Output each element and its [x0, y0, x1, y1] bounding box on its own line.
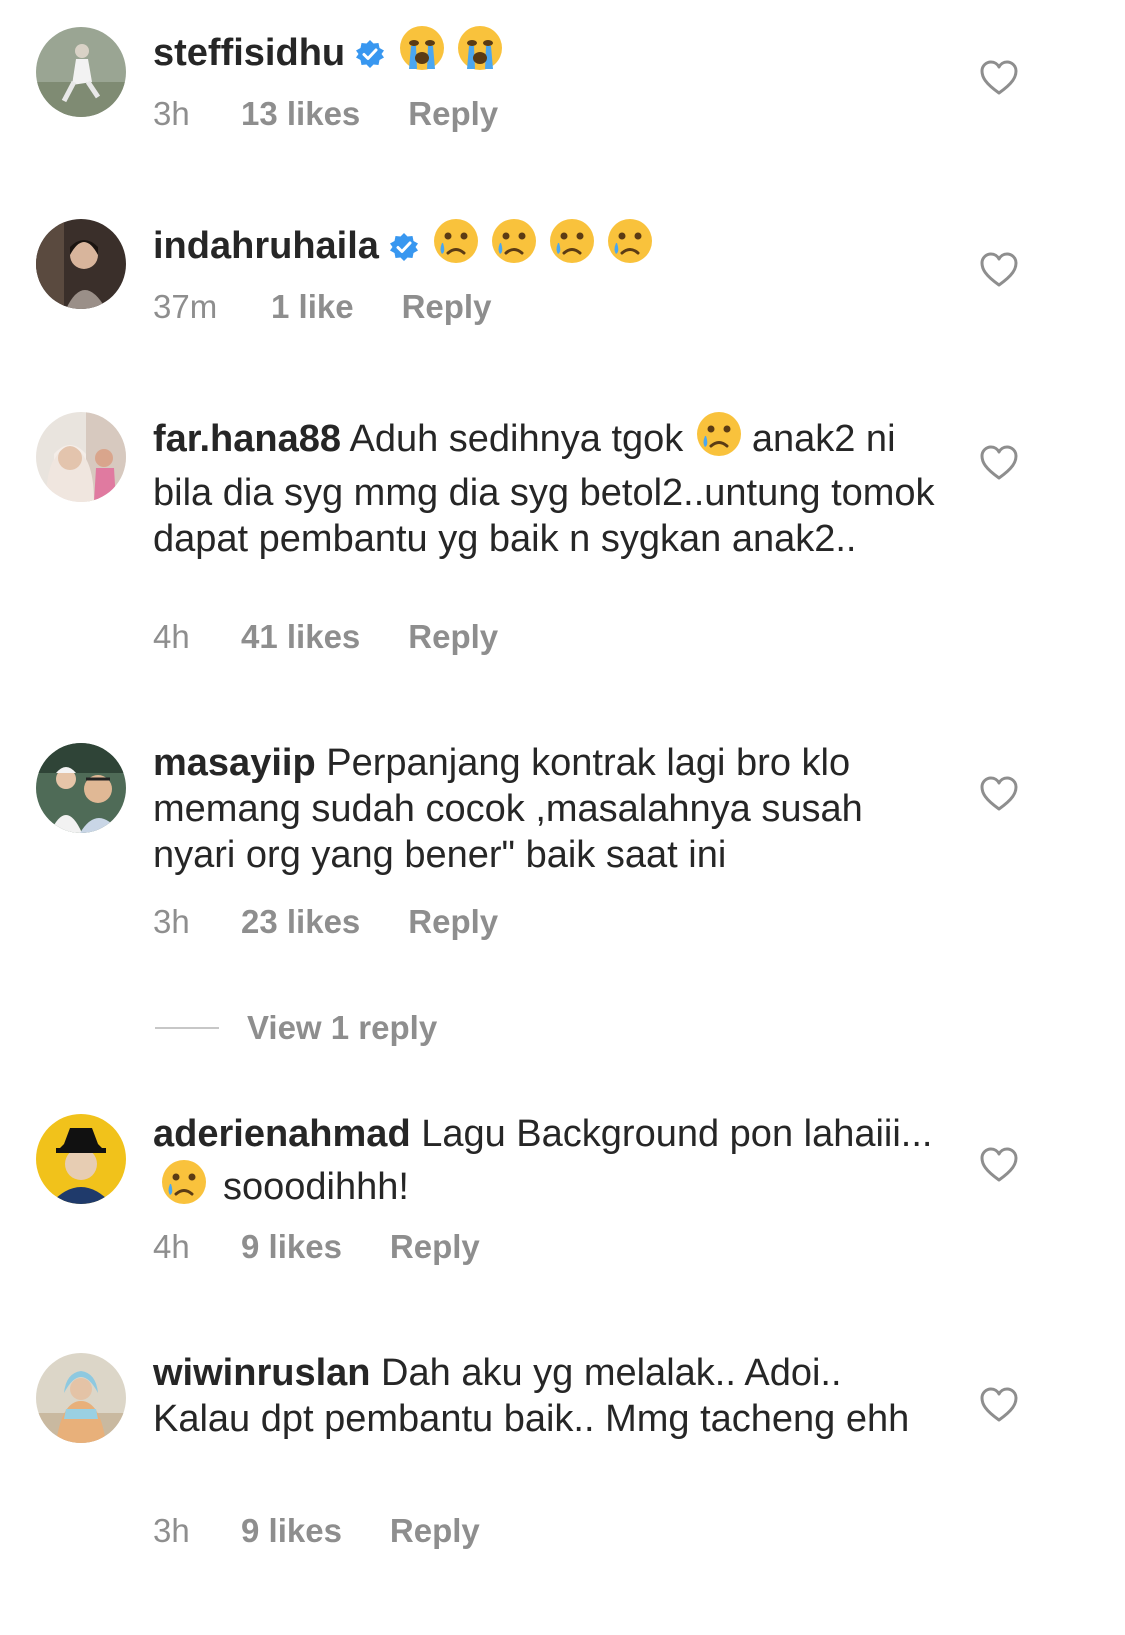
comment-meta: 3h 23 likes Reply	[153, 903, 498, 941]
username[interactable]: masayiip	[153, 742, 316, 784]
comment-text: masayiip Perpanjang kontrak lagi bro klo…	[153, 740, 943, 878]
comment-meta: 37m 1 like Reply	[153, 288, 491, 326]
heart-icon[interactable]	[980, 776, 1018, 812]
reply-button[interactable]: Reply	[408, 903, 498, 941]
avatar[interactable]	[36, 1353, 126, 1443]
comment-body: sooodihhh!	[223, 1166, 409, 1208]
comment-meta: 4h 41 likes Reply	[153, 618, 498, 656]
reply-button[interactable]: Reply	[408, 95, 498, 133]
comment-time: 3h	[153, 903, 190, 940]
comment-text: steffisidhu	[153, 23, 943, 84]
avatar[interactable]	[36, 219, 126, 309]
reply-button[interactable]: Reply	[408, 618, 498, 656]
username[interactable]: indahruhaila	[153, 225, 379, 267]
comment-body: Lagu Background pon lahaiii...	[421, 1113, 933, 1155]
reply-button[interactable]: Reply	[390, 1512, 480, 1550]
heart-icon[interactable]	[980, 60, 1018, 96]
verified-badge-icon	[355, 34, 385, 80]
comment-meta: 4h 9 likes Reply	[153, 1228, 480, 1266]
avatar[interactable]	[36, 743, 126, 833]
heart-icon[interactable]	[980, 1387, 1018, 1423]
comment-time: 3h	[153, 1512, 190, 1549]
comment-text: indahruhaila	[153, 216, 943, 277]
heart-icon[interactable]	[980, 1147, 1018, 1183]
verified-badge-icon	[389, 227, 419, 273]
crying-face-emoji-icon	[605, 216, 655, 277]
comment-likes[interactable]: 41 likes	[241, 618, 360, 656]
crying-face-emoji-icon	[489, 216, 539, 277]
username[interactable]: steffisidhu	[153, 32, 345, 74]
avatar[interactable]	[36, 412, 126, 502]
comment-text: far.hana88 Aduh sedihnya tgok anak2 ni b…	[153, 409, 943, 562]
comment-likes[interactable]: 1 like	[271, 288, 354, 326]
loudly-crying-face-emoji-icon	[397, 23, 447, 84]
reply-button[interactable]: Reply	[390, 1228, 480, 1266]
comment-time: 4h	[153, 1228, 190, 1265]
comment-meta: 3h 9 likes Reply	[153, 1512, 480, 1550]
avatar[interactable]	[36, 27, 126, 117]
crying-face-emoji-icon	[431, 216, 481, 277]
comment-text: wiwinruslan Dah aku yg melalak.. Adoi.. …	[153, 1350, 943, 1442]
reply-button[interactable]: Reply	[402, 288, 492, 326]
comment-body: Aduh sedihnya tgok	[349, 418, 684, 460]
username[interactable]: wiwinruslan	[153, 1352, 370, 1394]
comment-likes[interactable]: 9 likes	[241, 1228, 342, 1266]
comment-time: 4h	[153, 618, 190, 655]
crying-face-emoji-icon	[694, 409, 744, 470]
heart-icon[interactable]	[980, 445, 1018, 481]
comment-time: 37m	[153, 288, 218, 325]
view-replies-label[interactable]: View 1 reply	[247, 1009, 437, 1047]
username[interactable]: far.hana88	[153, 418, 341, 460]
username[interactable]: aderienahmad	[153, 1113, 411, 1155]
comment-likes[interactable]: 13 likes	[241, 95, 360, 133]
comment-meta: 3h 13 likes Reply	[153, 95, 498, 133]
crying-face-emoji-icon	[159, 1157, 209, 1218]
view-replies-button[interactable]: View 1 reply	[155, 1005, 437, 1050]
comment-likes[interactable]: 23 likes	[241, 903, 360, 941]
comment-time: 3h	[153, 95, 190, 132]
comment-text: aderienahmad Lagu Background pon lahaiii…	[153, 1111, 943, 1218]
view-replies-divider	[155, 1026, 219, 1029]
crying-face-emoji-icon	[547, 216, 597, 277]
heart-icon[interactable]	[980, 252, 1018, 288]
comment-likes[interactable]: 9 likes	[241, 1512, 342, 1550]
avatar[interactable]	[36, 1114, 126, 1204]
loudly-crying-face-emoji-icon	[455, 23, 505, 84]
